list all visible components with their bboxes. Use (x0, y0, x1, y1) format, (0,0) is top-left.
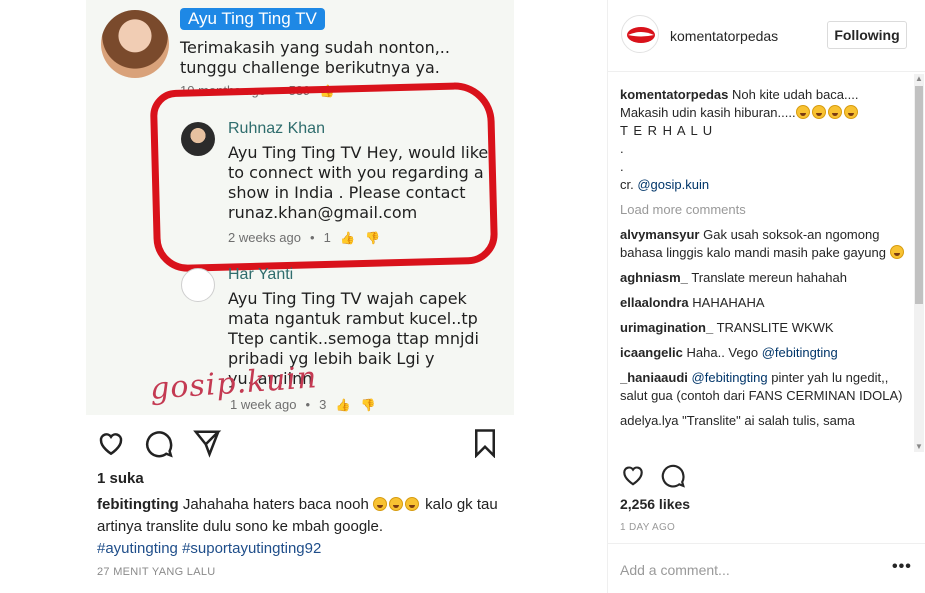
reply-line: Ayu Ting Ting TV wajah capek (228, 289, 467, 308)
comment-item: _haniaaudi @febitingting pinter yah lu n… (620, 369, 910, 405)
comment-username[interactable]: urimagination_ (620, 320, 713, 335)
reply-author: Har Yanti (228, 266, 294, 283)
comment-item: alvymansyur Gak usah soksok-an ngomong b… (620, 226, 910, 262)
bookmark-icon (475, 429, 495, 458)
embedded-timestamp: 27 MENIT YANG LALU (97, 566, 216, 578)
laughing-emoji-icon (843, 105, 858, 119)
laughing-emoji-icon (795, 105, 810, 119)
credit-mention[interactable]: @gosip.kuin (637, 177, 709, 192)
comments-list: komentatorpedas Noh kite udah baca.... M… (620, 86, 910, 450)
commenter-avatar (181, 268, 215, 302)
red-highlight-circle (149, 81, 499, 273)
post-image: Ayu Ting Ting TV Terimakasih yang sudah … (0, 0, 607, 593)
following-button[interactable]: Following (827, 21, 907, 49)
profile-avatar[interactable] (621, 15, 659, 53)
credit-prefix: cr. (620, 177, 634, 192)
lips-logo-icon (627, 27, 655, 43)
thumb-up-icon: 👍 (335, 398, 351, 412)
add-comment-section: ••• (608, 543, 925, 593)
comment-text: TRANSLITE WKWK (716, 320, 834, 335)
scroll-down-arrow-icon[interactable]: ▼ (915, 442, 923, 452)
scroll-up-arrow-icon[interactable]: ▲ (915, 74, 923, 84)
commenter-avatar (101, 10, 169, 78)
comment-item: aghniasm_ Translate mereun hahahah (620, 269, 910, 287)
laughing-emoji-icon (827, 105, 842, 119)
post-caption: komentatorpedas Noh kite udah baca.... M… (620, 86, 910, 194)
top-comment-line2: tunggu challenge berikutnya ya. (180, 58, 440, 77)
comment-username[interactable]: alvymansyur (620, 227, 700, 242)
caption-line: Makasih udin kasih hiburan..... (620, 105, 796, 120)
comment-username[interactable]: icaangelic (620, 345, 683, 360)
laughing-emoji-icon (404, 497, 419, 511)
comment-icon[interactable] (660, 462, 686, 488)
comment-username[interactable]: ellaalondra (620, 295, 689, 310)
comment-mention[interactable]: @febitingting (692, 370, 768, 385)
comment-username[interactable]: aghniasm_ (620, 270, 688, 285)
top-comment-line1: Terimakasih yang sudah nonton,.. (180, 38, 450, 57)
caption-line: Noh kite udah baca.... (732, 87, 859, 102)
add-comment-input[interactable] (620, 560, 870, 580)
scroll-thumb[interactable] (915, 86, 923, 304)
channel-name-badge: Ayu Ting Ting TV (180, 8, 325, 30)
comment-username[interactable]: komentatorpedas (620, 87, 728, 102)
laughing-emoji-icon (388, 497, 403, 511)
load-more-comments[interactable]: Load more comments (620, 201, 910, 219)
comment-text: Translate mereun hahahah (691, 270, 847, 285)
comment-item-partial: adelya.lya "Translite" ai salah tulis, s… (620, 413, 855, 428)
caption-line: T E R H A L U (620, 123, 714, 138)
comment-item: icaangelic Haha.. Vego @febitingting (620, 344, 910, 362)
comment-item: urimagination_ TRANSLITE WKWK (620, 319, 910, 337)
caption-text: Jahahaha haters baca nooh (182, 496, 369, 513)
comment-text: HAHAHAHA (692, 295, 765, 310)
laughing-emoji-icon (372, 497, 387, 511)
comments-scrollbar[interactable]: ▲ ▼ (914, 74, 924, 452)
likes-count[interactable]: 2,256 likes (620, 496, 690, 512)
caption-username: febitingting (97, 496, 179, 513)
embedded-caption: febitingting Jahahaha haters baca nooh k… (97, 494, 507, 560)
more-options-icon[interactable]: ••• (892, 558, 912, 576)
comment-username[interactable]: _haniaaudi (620, 370, 688, 385)
share-icon (193, 430, 222, 458)
caption-line: . (620, 141, 624, 156)
comment-mention[interactable]: @febitingting (762, 345, 838, 360)
comment-item: ellaalondra HAHAHAHA (620, 294, 910, 312)
laughing-emoji-icon (889, 245, 904, 259)
instagram-post-view: Ayu Ting Ting TV Terimakasih yang sudah … (0, 0, 925, 593)
embedded-likes: 1 suka (97, 470, 144, 487)
post-timestamp: 1 DAY AGO (620, 522, 676, 533)
post-action-bar (620, 462, 700, 490)
heart-icon (99, 433, 123, 456)
like-count: 3 (319, 397, 327, 412)
thumb-down-icon: 👎 (360, 398, 376, 412)
comment-text: Haha.. Vego (686, 345, 759, 360)
reply-line: mata ngantuk rambut kucel..tp (228, 309, 478, 328)
embedded-action-bar (96, 428, 500, 460)
caption-hashtags: #ayutingting #suportayutingting92 (97, 540, 322, 557)
comments-panel: komentatorpedas Following komentatorpeda… (607, 0, 925, 593)
caption-line: . (620, 159, 624, 174)
heart-icon[interactable] (620, 462, 646, 488)
reply-line: Ttep cantik..semoga ttap mnjdi (228, 329, 479, 348)
laughing-emoji-icon (811, 105, 826, 119)
post-header: komentatorpedas Following (608, 0, 925, 72)
comment-icon (145, 431, 173, 458)
profile-username[interactable]: komentatorpedas (670, 28, 778, 44)
